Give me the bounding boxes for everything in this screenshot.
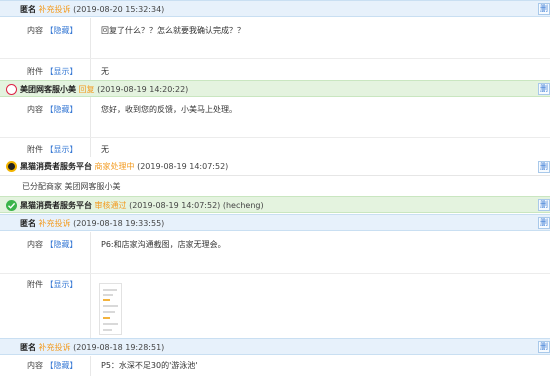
divider xyxy=(0,58,550,59)
entry-tag: 审核通过 xyxy=(94,201,127,210)
divider xyxy=(90,356,91,376)
content-text: 回复了什么？？怎么就要我确认完成？？ xyxy=(101,26,245,35)
author-name: 黑猫消费者服务平台 xyxy=(20,201,92,210)
divider xyxy=(90,232,91,338)
content-label: 内容 【隐藏】 xyxy=(27,240,78,249)
delete-button[interactable]: 删 xyxy=(538,217,550,229)
delete-button[interactable]: 删 xyxy=(538,161,550,173)
content-label: 内容 【隐藏】 xyxy=(27,361,78,370)
content-label: 内容 【隐藏】 xyxy=(27,26,78,35)
black-cat-logo-icon xyxy=(6,161,17,172)
attachment-value: 无 xyxy=(101,145,109,154)
attachment-label: 附件 【显示】 xyxy=(27,280,78,289)
delete-button[interactable]: 删 xyxy=(538,199,550,211)
author-name: 黑猫消费者服务平台 xyxy=(20,162,92,171)
entry-tag: 回复 xyxy=(78,85,95,94)
content-label: 内容 【隐藏】 xyxy=(27,105,78,114)
meituan-avatar-icon xyxy=(6,84,17,95)
attachment-thumbnail[interactable] xyxy=(99,283,122,335)
delete-button[interactable]: 删 xyxy=(538,3,550,15)
entry-header: 匿名 补充投诉 (2019-08-18 19:28:51) 删 xyxy=(0,338,550,355)
divider xyxy=(90,18,91,82)
entry-header: 黑猫消费者服务平台 审核通过 (2019-08-19 14:07:52) (he… xyxy=(0,196,550,213)
hide-link[interactable]: 【隐藏】 xyxy=(46,26,78,35)
status-note: 已分配商家 美团网客服小美 xyxy=(22,182,121,191)
entry-time: (2019-08-18 19:28:51) xyxy=(73,343,165,352)
show-link[interactable]: 【显示】 xyxy=(46,67,78,76)
entry-time: (2019-08-19 14:07:52) xyxy=(137,162,229,171)
attachment-value: 无 xyxy=(101,67,109,76)
entry-tag: 补充投诉 xyxy=(38,5,71,14)
divider xyxy=(90,97,91,157)
hide-link[interactable]: 【隐藏】 xyxy=(46,361,78,370)
attachment-label: 附件 【显示】 xyxy=(27,67,78,76)
divider xyxy=(0,273,550,274)
show-link[interactable]: 【显示】 xyxy=(46,280,78,289)
author-name: 匿名 xyxy=(20,5,36,14)
hide-link[interactable]: 【隐藏】 xyxy=(46,105,78,114)
delete-button[interactable]: 删 xyxy=(538,341,550,353)
entry-tag: 补充投诉 xyxy=(38,219,71,228)
check-circle-icon xyxy=(6,200,17,211)
author-name: 美团网客服小美 xyxy=(20,85,76,94)
entry-tag: 补充投诉 xyxy=(38,343,71,352)
delete-button[interactable]: 删 xyxy=(538,83,550,95)
hide-link[interactable]: 【隐藏】 xyxy=(46,240,78,249)
attachment-label: 附件 【显示】 xyxy=(27,145,78,154)
content-text: P6:和店家沟通截图，店家无理会。 xyxy=(101,240,226,249)
author-name: 匿名 xyxy=(20,219,36,228)
divider xyxy=(0,137,550,138)
entry-time: (2019-08-19 14:20:22) xyxy=(97,85,189,94)
entry-time: (2019-08-19 14:07:52) (hecheng) xyxy=(129,201,264,210)
author-name: 匿名 xyxy=(20,343,36,352)
entry-time: (2019-08-20 15:32:34) xyxy=(73,5,165,14)
entry-tag: 商家处理中 xyxy=(94,162,135,171)
show-link[interactable]: 【显示】 xyxy=(46,145,78,154)
entry-header: 美团网客服小美 回复 (2019-08-19 14:20:22) 删 xyxy=(0,80,550,97)
content-text: P5：水深不足30的'游泳池' xyxy=(101,361,198,370)
entry-time: (2019-08-18 19:33:55) xyxy=(73,219,165,228)
entry-header: 黑猫消费者服务平台 商家处理中 (2019-08-19 14:07:52) 删 xyxy=(0,158,550,176)
entry-header: 匿名 补充投诉 (2019-08-18 19:33:55) 删 xyxy=(0,214,550,231)
entry-header: 匿名 补充投诉 (2019-08-20 15:32:34) 删 xyxy=(0,0,550,17)
content-text: 您好，收到您的反馈，小美马上处理。 xyxy=(101,105,237,114)
